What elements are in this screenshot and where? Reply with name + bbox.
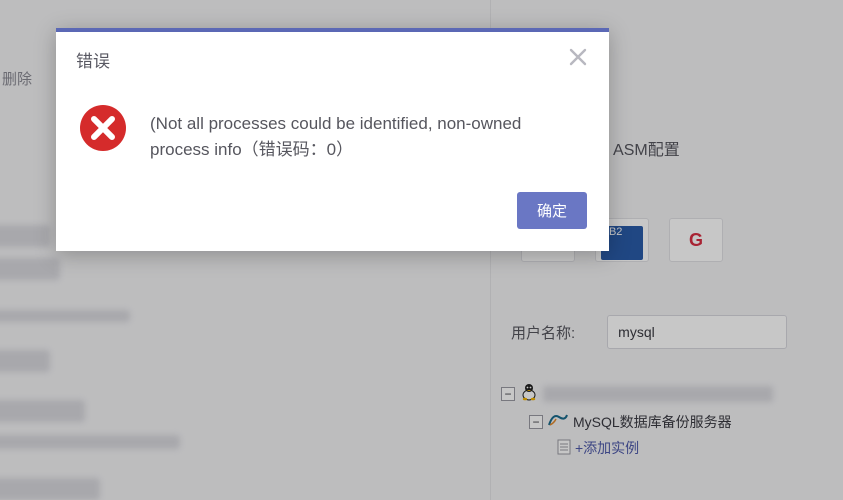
dialog-body: (Not all processes could be identified, … (56, 83, 609, 180)
dialog-footer: 确定 (56, 180, 609, 251)
error-icon (78, 103, 128, 164)
dialog-title: 错误 (76, 47, 110, 72)
ok-button[interactable]: 确定 (517, 192, 587, 229)
dialog-header: 错误 (56, 32, 609, 83)
error-dialog: 错误 (Not all processes could be identifie… (56, 28, 609, 251)
close-icon[interactable] (567, 46, 589, 73)
dialog-message: (Not all processes could be identified, … (150, 103, 577, 164)
